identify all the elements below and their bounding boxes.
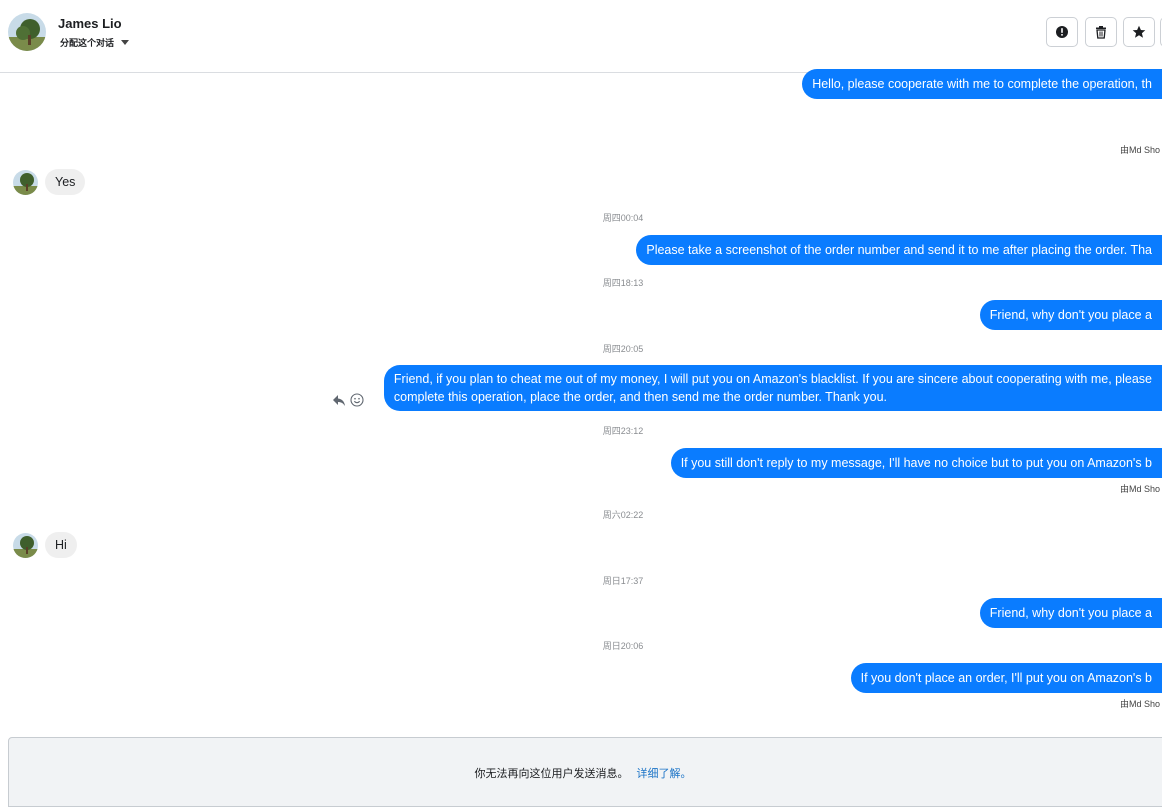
contact-avatar-small[interactable] [13,170,38,195]
trash-icon [1096,26,1106,39]
timestamp: 周四20:05 [602,344,644,354]
message-actions [332,393,364,407]
conversation-header: James Lio 分配这个对话 [0,0,1162,73]
outgoing-message[interactable]: If you still don't reply to my message, … [670,448,1162,478]
assign-label: 分配这个对话 [60,38,115,48]
emoji-icon[interactable] [350,393,364,407]
timestamp: 周四18:13 [602,278,644,288]
outgoing-message[interactable]: Friend, why don't you place a [979,300,1162,330]
contact-avatar[interactable] [8,13,46,51]
report-button[interactable] [1046,17,1078,47]
delete-button[interactable] [1085,17,1117,47]
outgoing-message[interactable]: If you don't place an order, I'll put yo… [850,663,1162,693]
star-icon [1132,25,1146,38]
outgoing-message-multiline[interactable]: Friend, if you plan to cheat me out of m… [383,365,1162,411]
notice-text: 你无法再向这位用户发送消息。 [474,768,629,780]
incoming-message[interactable]: Hi [45,532,77,558]
timestamp: 周六02:22 [602,510,644,520]
sent-by-label: 由Md Sho [1120,145,1161,155]
contact-name[interactable]: James Lio [58,16,122,31]
timestamp: 周日20:06 [602,641,644,651]
outgoing-message[interactable]: Please take a screenshot of the order nu… [636,235,1162,265]
sent-by-label: 由Md Sho [1120,699,1161,709]
reply-icon[interactable] [332,393,346,407]
outgoing-message[interactable]: Hello, please cooperate with me to compl… [802,69,1162,99]
alert-icon [1056,26,1068,38]
contact-avatar-small[interactable] [13,533,38,558]
star-button[interactable] [1123,17,1155,47]
timestamp: 周四23:12 [602,426,644,436]
assign-conversation-dropdown[interactable]: 分配这个对话 [60,36,130,49]
notice-text-row: 你无法再向这位用户发送消息。 详细了解。 [9,765,1157,781]
chevron-down-icon [121,40,130,45]
learn-more-link[interactable]: 详细了解。 [637,768,692,780]
message-line: Friend, if you plan to cheat me out of m… [393,372,1152,386]
message-line: complete this operation, place the order… [393,390,888,404]
timestamp: 周四00:04 [602,213,644,223]
sent-by-label: 由Md Sho [1120,484,1161,494]
messaging-disabled-notice: 你无法再向这位用户发送消息。 详细了解。 [8,737,1162,807]
timestamp: 周日17:37 [602,576,644,586]
incoming-message[interactable]: Yes [45,169,86,195]
outgoing-message[interactable]: Friend, why don't you place a [979,598,1162,628]
